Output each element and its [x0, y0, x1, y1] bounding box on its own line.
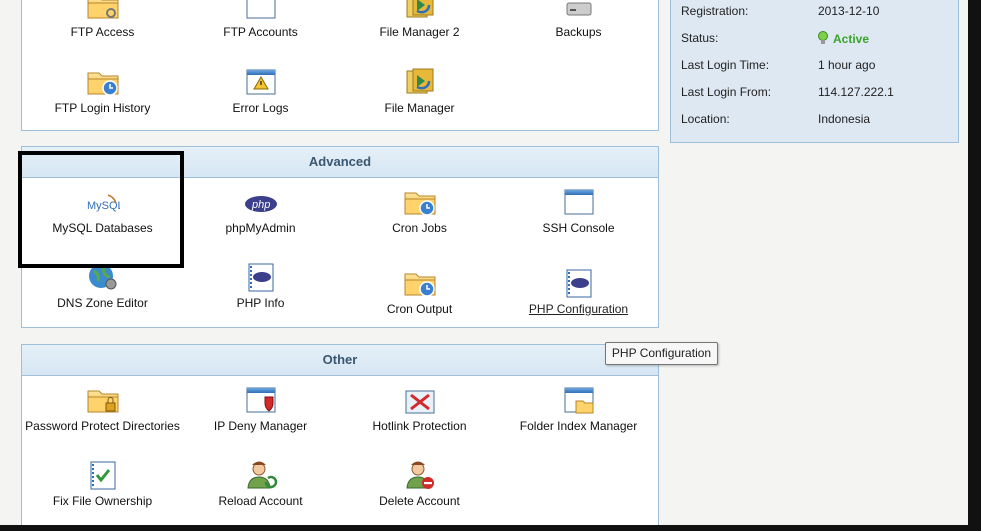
- backup-drive-icon: [566, 2, 591, 16]
- item-label: PHP Configuration: [528, 302, 629, 316]
- item-label: FTP Accounts: [223, 25, 298, 39]
- ftp-accounts-item[interactable]: FTP Accounts: [181, 0, 340, 40]
- info-value: 2013-12-10: [818, 4, 880, 18]
- advanced-panel-title: Advanced: [22, 147, 658, 178]
- cron-jobs-item[interactable]: Cron Jobs: [340, 187, 499, 236]
- file-manager-icon: [403, 67, 437, 97]
- info-key: Last Login From:: [681, 85, 772, 99]
- file-manager-item[interactable]: File Manager: [340, 67, 499, 116]
- globe-gear-icon: [88, 264, 116, 290]
- item-label: Fix File Ownership: [52, 494, 153, 508]
- phpmyadmin-item[interactable]: php phpMyAdmin: [181, 187, 340, 236]
- folder-clock-icon: [403, 268, 437, 298]
- password-protect-item[interactable]: Password Protect Directories: [23, 385, 182, 434]
- hotlink-icon: [405, 390, 434, 414]
- info-value: Indonesia: [818, 112, 871, 126]
- item-label: Password Protect Directories: [25, 419, 180, 433]
- item-label: Error Logs: [232, 101, 289, 115]
- info-key: Status:: [681, 31, 719, 45]
- item-label: File Manager: [384, 101, 455, 115]
- folder-index-manager-item[interactable]: Folder Index Manager: [499, 385, 658, 434]
- fix-file-ownership-item[interactable]: Fix File Ownership: [23, 460, 182, 509]
- item-label: Backups: [555, 25, 602, 39]
- item-label: DNS Zone Editor: [57, 296, 148, 310]
- cron-output-item[interactable]: Cron Output: [340, 268, 499, 317]
- item-label: FTP Access: [70, 25, 135, 39]
- item-label: Cron Output: [386, 302, 453, 316]
- ssh-console-item[interactable]: SSH Console: [499, 187, 658, 236]
- item-label: Cron Jobs: [392, 221, 447, 235]
- user-delete-icon: [403, 460, 434, 489]
- item-label: PHP Info: [236, 296, 285, 310]
- reload-account-item[interactable]: Reload Account: [181, 460, 340, 509]
- ftp-login-history-item[interactable]: FTP Login History: [23, 67, 182, 116]
- php-configuration-tooltip: PHP Configuration: [605, 342, 718, 365]
- file-manager-icon: [403, 0, 437, 21]
- php-notebook-icon: [562, 268, 596, 298]
- item-label: phpMyAdmin: [225, 221, 296, 235]
- php-notebook-icon: [244, 262, 278, 292]
- info-value: 114.127.222.1: [818, 85, 894, 99]
- file-manager-2-item[interactable]: File Manager 2: [340, 0, 499, 40]
- status-badge: Active: [833, 32, 870, 46]
- item-label: File Manager 2: [379, 25, 460, 39]
- folder-clock-icon: [86, 67, 120, 97]
- folder-lock-icon: [86, 385, 120, 415]
- item-label: FTP Login History: [54, 101, 151, 115]
- info-key: Registration:: [681, 4, 749, 18]
- folder-clock-icon: [403, 187, 437, 217]
- lightbulb-icon: [818, 31, 828, 44]
- hotlink-protection-item[interactable]: Hotlink Protection: [340, 385, 499, 434]
- item-label: SSH Console: [542, 221, 615, 235]
- window-icon: [244, 0, 278, 21]
- user-reload-icon: [244, 460, 277, 490]
- php-logo-icon: php: [244, 196, 277, 212]
- mysql-logo-icon: MySQL: [87, 194, 120, 212]
- item-label: IP Deny Manager: [213, 419, 308, 433]
- item-label: MySQL Databases: [52, 221, 153, 235]
- item-label: Hotlink Protection: [372, 419, 467, 433]
- backups-item[interactable]: Backups: [499, 0, 658, 40]
- mysql-databases-item[interactable]: MySQL MySQL Databases: [23, 187, 182, 236]
- warning-log-icon: [244, 67, 278, 97]
- window-edge-bottom: [0, 525, 981, 531]
- info-value: 1 hour ago: [818, 58, 876, 72]
- window-icon: [562, 187, 596, 217]
- other-panel-title: Other: [22, 345, 658, 376]
- error-logs-item[interactable]: Error Logs: [181, 67, 340, 116]
- info-key: Location:: [681, 112, 730, 126]
- top-panel: FTP Access FTP Accounts File Manager 2 B…: [21, 0, 659, 131]
- item-label: Reload Account: [218, 494, 303, 508]
- ip-deny-manager-item[interactable]: IP Deny Manager: [181, 385, 340, 434]
- window-shield-icon: [244, 385, 278, 415]
- status-value: Active: [818, 31, 869, 46]
- dns-zone-editor-item[interactable]: DNS Zone Editor: [23, 262, 182, 311]
- folder-key-icon: [86, 0, 120, 21]
- ftp-access-item[interactable]: FTP Access: [23, 0, 182, 40]
- window-edge-right: [968, 0, 981, 531]
- svg-text:php: php: [251, 199, 270, 211]
- info-key: Last Login Time:: [681, 58, 770, 72]
- php-info-item[interactable]: PHP Info: [181, 262, 340, 311]
- checklist-icon: [86, 460, 120, 490]
- php-configuration-item[interactable]: PHP Configuration: [499, 268, 658, 317]
- delete-account-item[interactable]: Delete Account: [340, 460, 499, 509]
- other-panel: Other Password Protect Directories IP De…: [21, 344, 659, 528]
- advanced-panel: Advanced MySQL MySQL Databases php phpMy…: [21, 146, 659, 328]
- window-folder-icon: [562, 385, 593, 414]
- item-label: Folder Index Manager: [519, 419, 638, 433]
- item-label: Delete Account: [379, 494, 460, 508]
- account-info-panel: Registration: 2013-12-10 Status: Active …: [670, 0, 959, 143]
